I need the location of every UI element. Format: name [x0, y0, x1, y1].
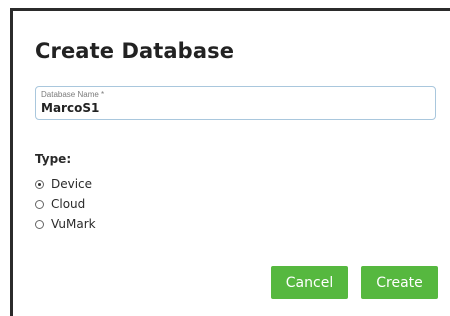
radio-option-cloud[interactable]: Cloud — [35, 197, 85, 211]
radio-option-vumark[interactable]: VuMark — [35, 217, 96, 231]
radio-icon[interactable] — [35, 179, 44, 189]
radio-icon[interactable] — [35, 199, 44, 209]
type-label: Type: — [35, 152, 72, 166]
create-button[interactable]: Create — [361, 266, 438, 299]
database-name-input[interactable] — [41, 101, 421, 115]
cancel-button[interactable]: Cancel — [271, 266, 348, 299]
database-name-label: Database Name * — [41, 90, 105, 99]
background-strip — [0, 0, 450, 8]
database-name-field[interactable]: Database Name * — [35, 86, 436, 120]
radio-label-device: Device — [51, 177, 93, 191]
create-database-dialog: Create Database Database Name * Type: De… — [10, 8, 450, 316]
radio-option-device[interactable]: Device — [35, 177, 92, 191]
radio-icon[interactable] — [35, 219, 44, 229]
dialog-title: Create Database — [35, 39, 235, 63]
radio-label-cloud: Cloud — [51, 197, 86, 211]
radio-label-vumark: VuMark — [51, 217, 96, 231]
